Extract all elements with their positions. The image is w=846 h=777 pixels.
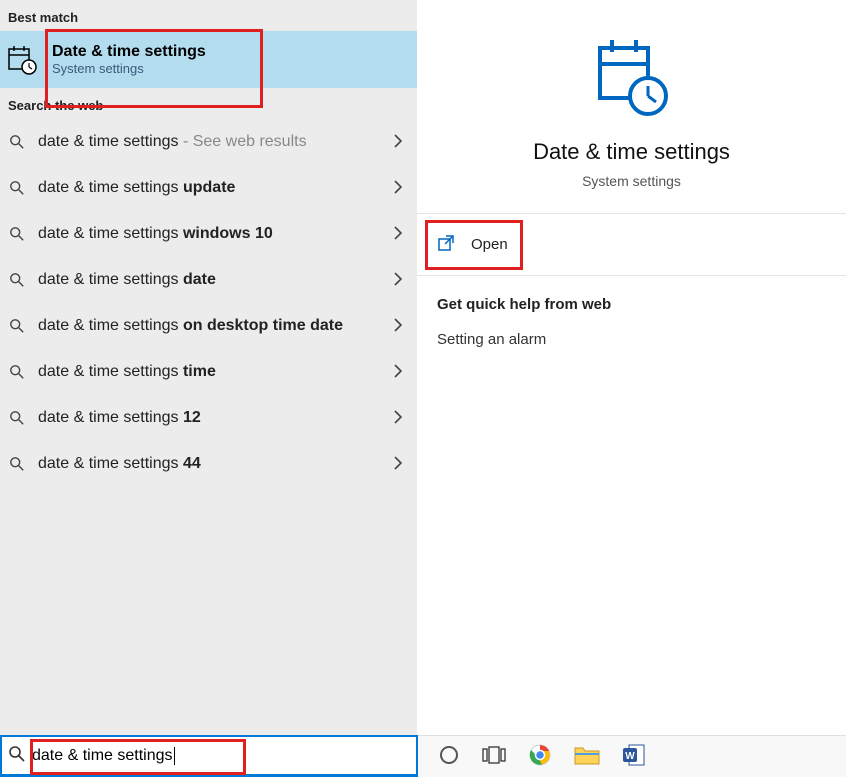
open-action[interactable]: Open [417, 214, 846, 276]
search-icon [6, 407, 28, 429]
web-result-item[interactable]: date & time settings - See web results [0, 119, 417, 165]
web-result-label: date & time settings date [38, 270, 393, 290]
web-result-item[interactable]: date & time settings 44 [0, 441, 417, 487]
svg-text:W: W [625, 751, 635, 762]
chevron-right-icon [393, 363, 403, 382]
search-icon [6, 177, 28, 199]
web-result-label: date & time settings update [38, 178, 393, 198]
search-icon [8, 745, 26, 766]
search-icon [6, 223, 28, 245]
chevron-right-icon [393, 179, 403, 198]
web-result-label: date & time settings windows 10 [38, 224, 393, 244]
highlight-box [425, 220, 523, 270]
calendar-clock-icon [437, 36, 826, 123]
search-icon [6, 315, 28, 337]
chevron-right-icon [393, 133, 403, 152]
help-link[interactable]: Setting an alarm [437, 331, 826, 348]
best-match-header: Best match [0, 0, 417, 31]
best-match-result[interactable]: Date & time settings System settings [0, 31, 417, 88]
calendar-clock-icon [4, 42, 40, 78]
web-result-item[interactable]: date & time settings windows 10 [0, 211, 417, 257]
search-results-pane: Best match Date & time settings System s… [0, 0, 417, 735]
taskbar: date & time settings W [0, 735, 846, 777]
chevron-right-icon [393, 225, 403, 244]
web-result-item[interactable]: date & time settings time [0, 349, 417, 395]
web-result-label: date & time settings time [38, 362, 393, 382]
search-icon [6, 269, 28, 291]
web-result-label: date & time settings - See web results [38, 132, 393, 152]
preview-pane: Date & time settings System settings Ope… [417, 0, 846, 735]
chevron-right-icon [393, 317, 403, 336]
help-header: Get quick help from web [437, 296, 826, 313]
task-view-icon[interactable] [482, 744, 506, 769]
search-input[interactable]: date & time settings [0, 735, 418, 777]
web-result-item[interactable]: date & time settings update [0, 165, 417, 211]
chevron-right-icon [393, 271, 403, 290]
highlight-box [30, 739, 246, 775]
web-result-item[interactable]: date & time settings 12 [0, 395, 417, 441]
highlight-box [45, 29, 263, 108]
search-icon [6, 453, 28, 475]
web-result-label: date & time settings 44 [38, 454, 393, 474]
web-result-label: date & time settings on desktop time dat… [38, 316, 393, 336]
search-icon [6, 131, 28, 153]
word-icon[interactable]: W [622, 743, 646, 770]
preview-title: Date & time settings [437, 139, 826, 165]
web-results-list: date & time settings - See web results da… [0, 119, 417, 487]
web-result-item[interactable]: date & time settings date [0, 257, 417, 303]
file-explorer-icon[interactable] [574, 744, 600, 769]
preview-subtitle: System settings [437, 173, 826, 189]
chevron-right-icon [393, 409, 403, 428]
chrome-icon[interactable] [528, 743, 552, 770]
search-icon [6, 361, 28, 383]
web-result-item[interactable]: date & time settings on desktop time dat… [0, 303, 417, 349]
chevron-right-icon [393, 455, 403, 474]
cortana-icon[interactable] [438, 744, 460, 769]
web-result-label: date & time settings 12 [38, 408, 393, 428]
